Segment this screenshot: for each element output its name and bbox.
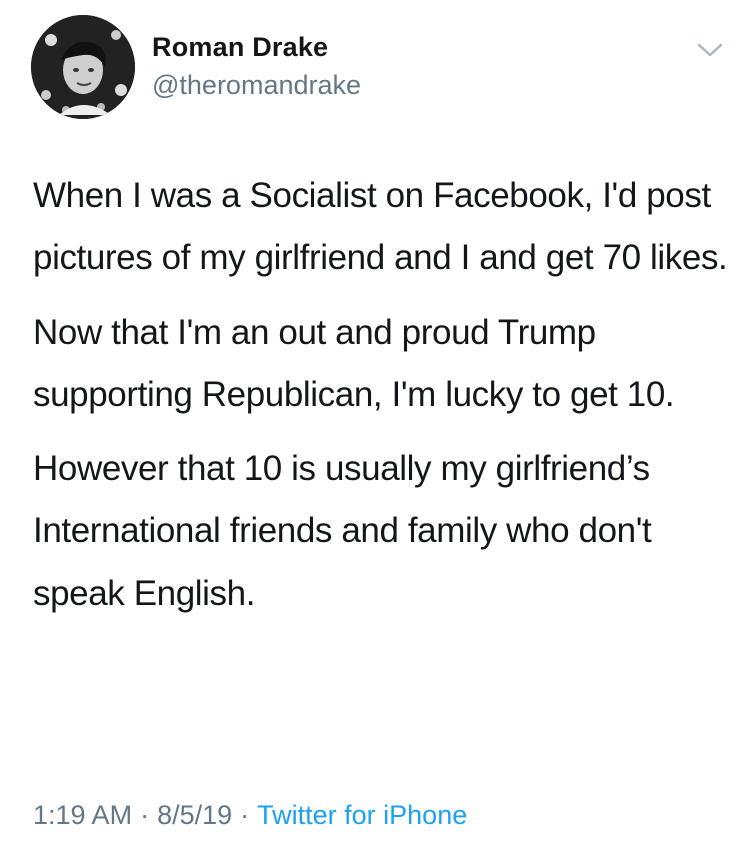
- display-name[interactable]: Roman Drake: [152, 32, 328, 63]
- meta-separator: ·: [140, 800, 150, 830]
- tweet-date[interactable]: 8/5/19: [157, 800, 232, 830]
- meta-separator: ·: [240, 800, 250, 830]
- chevron-down-icon[interactable]: [695, 40, 725, 60]
- avatar[interactable]: [31, 15, 135, 119]
- tweet-paragraph: Now that I'm an out and proud Trump supp…: [33, 312, 675, 414]
- tweet-meta: 1:19 AM · 8/5/19 · Twitter for iPhone: [33, 800, 467, 831]
- user-handle[interactable]: @theromandrake: [152, 70, 361, 101]
- avatar-photo: [31, 15, 135, 119]
- tweet-time[interactable]: 1:19 AM: [33, 800, 132, 830]
- tweet-paragraph: When I was a Socialist on Facebook, I'd …: [33, 176, 728, 278]
- tweet-source-link[interactable]: Twitter for iPhone: [257, 800, 467, 830]
- tweet-text: When I was a Socialist on Facebook, I'd …: [33, 165, 733, 637]
- tweet-paragraph: However that 10 is usually my girlfriend…: [33, 449, 652, 613]
- tweet-card: Roman Drake @theromandrake When I was a …: [0, 0, 750, 860]
